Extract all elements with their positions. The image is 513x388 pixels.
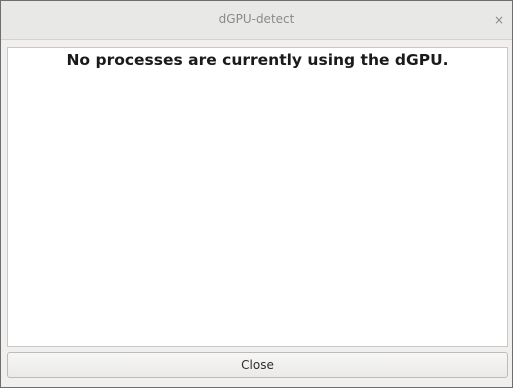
dialog-window: dGPU-detect × No processes are currently…: [0, 0, 513, 388]
status-message: No processes are currently using the dGP…: [66, 51, 449, 69]
title-bar[interactable]: dGPU-detect ×: [1, 1, 512, 40]
close-button[interactable]: Close: [7, 352, 508, 378]
message-area: No processes are currently using the dGP…: [7, 47, 508, 347]
close-icon[interactable]: ×: [492, 13, 506, 27]
window-title: dGPU-detect: [218, 12, 295, 26]
